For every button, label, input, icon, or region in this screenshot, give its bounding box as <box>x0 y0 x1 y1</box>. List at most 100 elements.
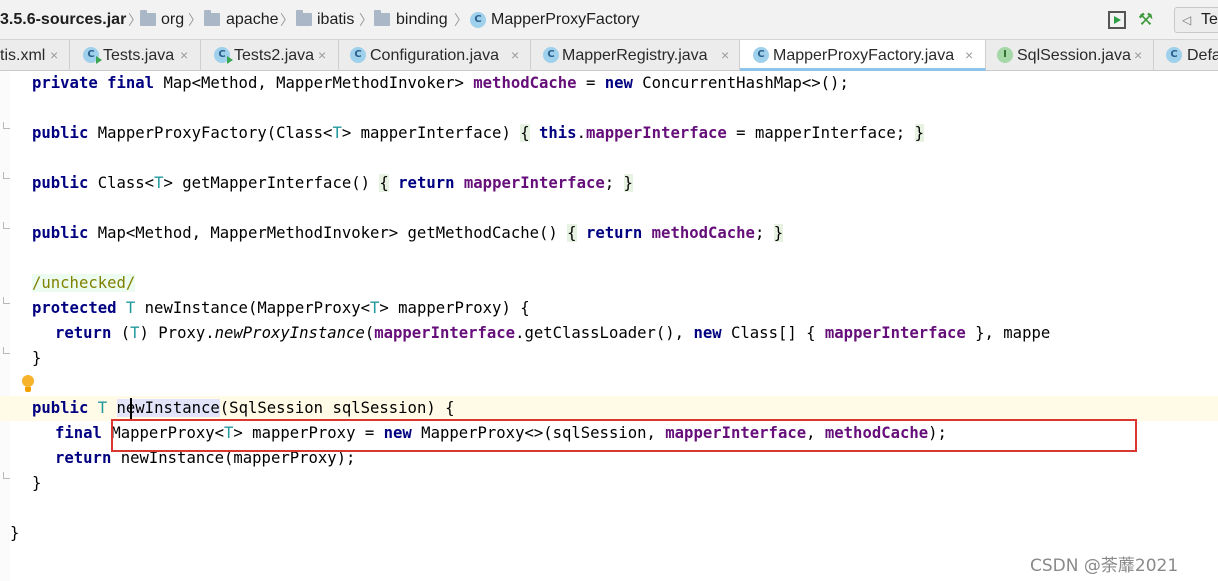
folded-brace[interactable]: } <box>773 224 784 242</box>
tab-label: Tests2.java <box>234 47 315 64</box>
code-line-method-end-brace[interactable]: } <box>32 471 41 496</box>
code-text: ConcurrentHashMap<>(); <box>632 74 849 92</box>
tab-defa[interactable]: C Defa <box>1154 40 1218 71</box>
class-icon: C <box>350 47 366 63</box>
fold-marker[interactable] <box>3 122 10 129</box>
run-config-selector[interactable]: Te ◁ <box>1174 7 1218 33</box>
breadcrumb-separator: 〉 <box>280 12 294 28</box>
field-name: methodCache <box>651 224 755 242</box>
field-name: mapperInterface <box>463 174 605 192</box>
tab-configuration-java[interactable]: C Configuration.java × <box>339 40 531 71</box>
tab-label: Defa <box>1187 47 1218 64</box>
tab-tests2-java[interactable]: C Tests2.java × <box>201 40 339 71</box>
code-line-method-cache[interactable]: private final Map<Method, MapperMethodIn… <box>32 71 849 96</box>
folder-icon <box>140 10 156 26</box>
code-text: Map<Method, MapperMethodInvoker> getMeth… <box>88 224 568 242</box>
close-icon[interactable]: × <box>1134 40 1142 71</box>
close-icon[interactable]: × <box>511 40 519 71</box>
folded-brace[interactable]: { <box>567 224 577 242</box>
text-caret <box>130 398 132 420</box>
code-text: (SqlSession sqlSession) { <box>219 399 455 417</box>
folder-icon <box>296 10 312 26</box>
code-text: . <box>576 124 586 142</box>
code-line-get-mapper-interface[interactable]: public Class<T> getMapperInterface() { r… <box>32 171 633 196</box>
keyword: final <box>107 74 155 92</box>
code-line-proxy-return[interactable]: return (T) Proxy.newProxyInstance(mapper… <box>55 321 1050 346</box>
class-icon: C <box>1166 47 1182 63</box>
tab-mapperproxyfactory-java[interactable]: C MapperProxyFactory.java × <box>740 40 986 71</box>
tab-tests-java[interactable]: C Tests.java × <box>70 40 201 71</box>
code-editor[interactable]: private final Map<Method, MapperMethodIn… <box>0 71 1218 581</box>
folded-brace[interactable]: { <box>520 124 530 142</box>
breadcrumb-class[interactable]: MapperProxyFactory <box>491 0 640 40</box>
breadcrumb-folder-org[interactable]: org <box>161 0 184 40</box>
keyword: return <box>585 224 643 242</box>
method-name-highlight: newInstance <box>116 399 220 417</box>
navigation-bar: 3.5.6-sources.jar 〉 org 〉 apache 〉 ibati… <box>0 0 1218 40</box>
code-line-protected-new-instance[interactable]: protected T newInstance(MapperProxy<T> m… <box>32 296 530 321</box>
keyword: public <box>32 399 89 417</box>
close-icon[interactable]: × <box>50 40 58 71</box>
tab-sqlsession-java[interactable]: I SqlSession.java × <box>986 40 1154 71</box>
close-icon[interactable]: × <box>721 40 729 71</box>
code-line-constructor[interactable]: public MapperProxyFactory(Class<T> mappe… <box>32 121 924 146</box>
tab-label: Configuration.java <box>370 47 499 64</box>
tab-xml[interactable]: tis.xml × <box>0 40 70 71</box>
watermark: CSDN @荼蘼2021 <box>1030 556 1179 576</box>
keyword: public <box>32 224 89 242</box>
code-text: } <box>32 474 42 492</box>
folder-icon <box>374 10 390 26</box>
close-icon[interactable]: × <box>180 40 188 71</box>
keyword: protected <box>32 299 117 317</box>
code-text: .getClassLoader(), <box>515 324 694 342</box>
type-parameter: T <box>332 124 342 142</box>
code-text: ; <box>754 224 774 242</box>
fold-marker[interactable] <box>3 222 10 229</box>
breadcrumb-folder-apache[interactable]: apache <box>226 0 279 40</box>
code-text: MapperProxyFactory(Class< <box>88 124 333 142</box>
field-name: mapperInterface <box>824 324 966 342</box>
code-text: > getMapperInterface() <box>163 174 380 192</box>
code-line-get-method-cache[interactable]: public Map<Method, MapperMethodInvoker> … <box>32 221 784 246</box>
keyword: final <box>55 424 102 442</box>
close-icon[interactable]: × <box>965 40 973 68</box>
hammer-build-icon[interactable]: ⚒ <box>1138 11 1158 29</box>
tab-label: Tests.java <box>103 47 175 64</box>
tab-label: MapperRegistry.java <box>562 47 708 64</box>
fold-marker[interactable] <box>3 297 10 304</box>
code-text: ) Proxy. <box>139 324 215 342</box>
folded-brace[interactable]: } <box>914 124 924 142</box>
code-text: } <box>10 524 20 542</box>
code-line-closing-brace[interactable]: } <box>32 346 41 371</box>
folded-brace[interactable]: { <box>379 174 389 192</box>
code-text: > mapperProxy) { <box>379 299 530 317</box>
breadcrumb-jar[interactable]: 3.5.6-sources.jar <box>0 0 126 40</box>
breadcrumb-separator: 〉 <box>188 12 202 28</box>
type-parameter: T <box>370 299 380 317</box>
breadcrumb-folder-ibatis[interactable]: ibatis <box>317 0 354 40</box>
folded-brace[interactable]: } <box>623 174 633 192</box>
run-configuration-icon[interactable] <box>1108 11 1126 29</box>
code-text: ( <box>111 324 131 342</box>
triangle-left-icon: ◁ <box>1182 13 1192 27</box>
fold-marker[interactable] <box>3 347 10 354</box>
keyword: public <box>32 124 89 142</box>
breadcrumb-folder-binding[interactable]: binding <box>396 0 448 40</box>
code-text: Map<Method, MapperMethodInvoker> <box>163 74 464 92</box>
code-line-annotation[interactable]: /unchecked/ <box>32 271 136 296</box>
lightbulb-icon[interactable] <box>20 375 36 395</box>
class-icon: C <box>753 47 769 63</box>
tab-mapperregistry-java[interactable]: C MapperRegistry.java × <box>531 40 740 71</box>
class-icon: C <box>470 12 486 28</box>
code-line-public-new-instance[interactable]: public T newInstance(SqlSession sqlSessi… <box>32 396 455 421</box>
keyword: public <box>32 174 89 192</box>
editor-gutter[interactable] <box>0 71 10 581</box>
fold-marker[interactable] <box>3 472 10 479</box>
code-text: Class< <box>88 174 155 192</box>
highlight-box <box>111 419 1137 452</box>
fold-marker[interactable] <box>3 172 10 179</box>
close-icon[interactable]: × <box>318 40 326 71</box>
field-name: mapperInterface <box>585 124 727 142</box>
breadcrumb-separator: 〉 <box>454 12 468 28</box>
code-line-class-end-brace[interactable]: } <box>10 521 19 546</box>
